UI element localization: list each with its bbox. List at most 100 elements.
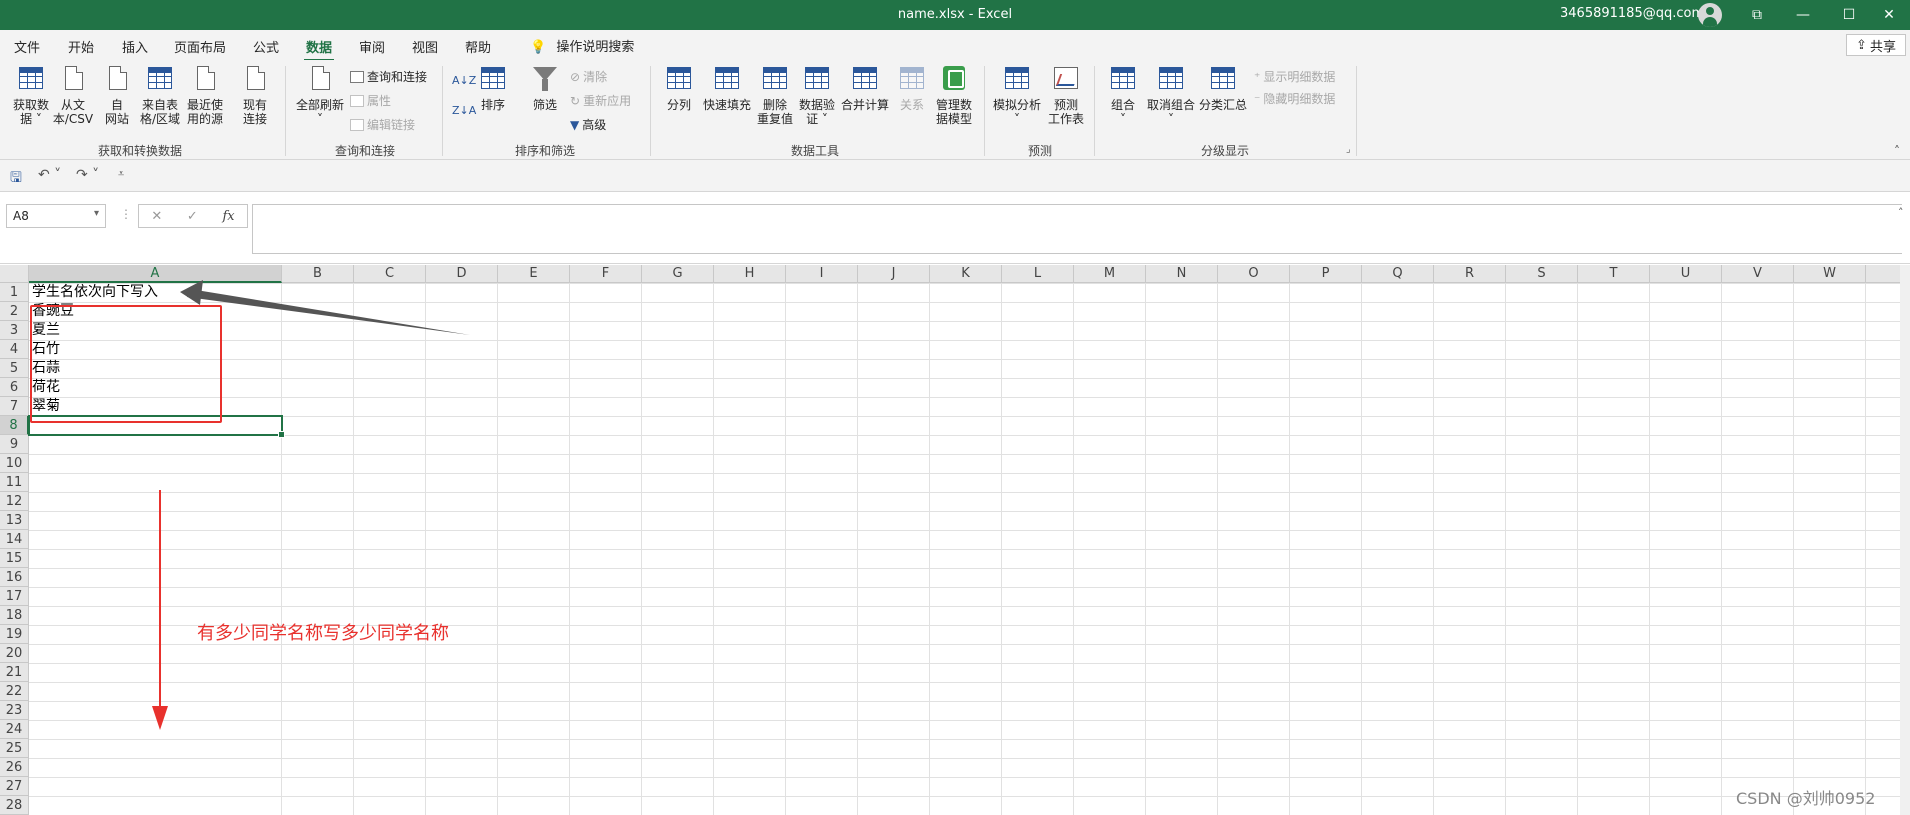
data-validation-button[interactable]: 数据验证 ˅ xyxy=(796,64,838,126)
what-if-analysis-button[interactable]: 模拟分析 ˅ xyxy=(990,64,1044,126)
avatar[interactable] xyxy=(1698,3,1722,27)
column-header-e[interactable]: E xyxy=(498,265,570,283)
dialog-launcher-icon[interactable]: ⌟ xyxy=(1346,144,1351,155)
row-header-24[interactable]: 24 xyxy=(0,720,29,739)
column-header-c[interactable]: C xyxy=(354,265,426,283)
row-header-3[interactable]: 3 xyxy=(0,321,29,340)
share-button[interactable]: ⇪ 共享 xyxy=(1846,34,1906,56)
remove-duplicates-button[interactable]: 删除 重复值 xyxy=(754,64,796,126)
column-header-p[interactable]: P xyxy=(1290,265,1362,283)
row-header-6[interactable]: 6 xyxy=(0,378,29,397)
formula-input[interactable] xyxy=(252,204,1902,254)
tab-data[interactable]: 数据 xyxy=(303,37,335,62)
existing-connections-button[interactable]: 现有 连接 xyxy=(236,64,274,126)
row-header-28[interactable]: 28 xyxy=(0,796,29,815)
row-header-7[interactable]: 7 xyxy=(0,397,29,416)
tab-review[interactable]: 审阅 xyxy=(359,37,385,56)
tab-view[interactable]: 视图 xyxy=(412,37,438,56)
row-header-19[interactable]: 19 xyxy=(0,625,29,644)
advanced-filter-button[interactable]: ▼ 高级 xyxy=(570,116,606,133)
redo-icon[interactable]: ↷ ˅ xyxy=(76,167,99,183)
row-header-2[interactable]: 2 xyxy=(0,302,29,321)
account-name[interactable]: 3465891185@qq.com xyxy=(1560,6,1704,21)
row-header-4[interactable]: 4 xyxy=(0,340,29,359)
row-header-16[interactable]: 16 xyxy=(0,568,29,587)
column-header-i[interactable]: I xyxy=(786,265,858,283)
reapply-button[interactable]: ↻ 重新应用 xyxy=(570,92,631,109)
row-header-15[interactable]: 15 xyxy=(0,549,29,568)
text-to-columns-button[interactable]: 分列 xyxy=(660,64,698,112)
get-data-button[interactable]: 获取数据 ˅ xyxy=(10,64,52,126)
row-header-8[interactable]: 8 xyxy=(0,416,29,435)
name-box[interactable]: A8 xyxy=(6,204,106,228)
column-header-u[interactable]: U xyxy=(1650,265,1722,283)
row-header-1[interactable]: 1 xyxy=(0,283,29,302)
sort-asc-button[interactable]: A↓Z xyxy=(452,74,476,87)
edit-links-button[interactable]: 编辑链接 xyxy=(350,116,415,133)
row-header-27[interactable]: 27 xyxy=(0,777,29,796)
row-header-18[interactable]: 18 xyxy=(0,606,29,625)
column-header-o[interactable]: O xyxy=(1218,265,1290,283)
tab-help[interactable]: 帮助 xyxy=(465,37,491,56)
clear-filter-button[interactable]: ⊘ 清除 xyxy=(570,68,607,85)
customize-qat-icon[interactable]: ⩡ xyxy=(118,167,124,181)
flash-fill-button[interactable]: 快速填充 xyxy=(700,64,754,112)
collapse-ribbon-icon[interactable]: ˄ xyxy=(1894,144,1900,158)
row-header-9[interactable]: 9 xyxy=(0,435,29,454)
vertical-scrollbar[interactable] xyxy=(1900,265,1910,815)
column-header-l[interactable]: L xyxy=(1002,265,1074,283)
hide-detail-button[interactable]: ⁻ 隐藏明细数据 xyxy=(1254,90,1335,107)
worksheet[interactable]: A B C D E F G H I J K L M N O P Q R S T … xyxy=(0,265,1910,815)
column-header-q[interactable]: Q xyxy=(1362,265,1434,283)
column-header-r[interactable]: R xyxy=(1434,265,1506,283)
from-web-button[interactable]: 自网站 xyxy=(98,64,136,126)
filter-button[interactable]: 筛选 xyxy=(528,64,562,112)
column-header-k[interactable]: K xyxy=(930,265,1002,283)
manage-data-model-button[interactable]: 管理数 据模型 xyxy=(932,64,976,126)
column-header-b[interactable]: B xyxy=(282,265,354,283)
expand-formula-icon[interactable]: ˄ xyxy=(1898,206,1904,219)
column-header-w[interactable]: W xyxy=(1794,265,1866,283)
row-header-12[interactable]: 12 xyxy=(0,492,29,511)
cancel-icon[interactable]: ✕ xyxy=(151,209,162,224)
select-all-corner[interactable] xyxy=(0,265,29,283)
from-text-csv-button[interactable]: 从文 本/CSV xyxy=(52,64,94,126)
save-icon[interactable]: 🖫 xyxy=(10,167,22,191)
enter-icon[interactable]: ✓ xyxy=(187,209,198,224)
column-header-v[interactable]: V xyxy=(1722,265,1794,283)
tab-page-layout[interactable]: 页面布局 xyxy=(174,37,226,56)
close-button[interactable]: ✕ xyxy=(1866,0,1910,30)
tab-file[interactable]: 文件 xyxy=(14,37,40,56)
row-header-10[interactable]: 10 xyxy=(0,454,29,473)
row-header-22[interactable]: 22 xyxy=(0,682,29,701)
subtotal-button[interactable]: 分类汇总 xyxy=(1198,64,1248,112)
queries-connections-button[interactable]: 查询和连接 xyxy=(350,68,427,85)
column-header-s[interactable]: S xyxy=(1506,265,1578,283)
row-header-23[interactable]: 23 xyxy=(0,701,29,720)
sort-desc-button[interactable]: Z↓A xyxy=(452,104,476,117)
consolidate-button[interactable]: 合并计算 xyxy=(838,64,892,112)
column-header-a[interactable]: A xyxy=(29,265,282,283)
relationships-button[interactable]: 关系 xyxy=(892,64,932,112)
properties-button[interactable]: 属性 xyxy=(350,92,391,109)
column-header-t[interactable]: T xyxy=(1578,265,1650,283)
tab-home[interactable]: 开始 xyxy=(68,37,94,56)
row-header-14[interactable]: 14 xyxy=(0,530,29,549)
column-header-h[interactable]: H xyxy=(714,265,786,283)
sort-button[interactable]: 排序 xyxy=(476,64,510,112)
show-detail-button[interactable]: ⁺ 显示明细数据 xyxy=(1254,68,1335,85)
forecast-sheet-button[interactable]: 预测 工作表 xyxy=(1044,64,1088,126)
row-header-5[interactable]: 5 xyxy=(0,359,29,378)
column-header-d[interactable]: D xyxy=(426,265,498,283)
row-header-25[interactable]: 25 xyxy=(0,739,29,758)
row-header-11[interactable]: 11 xyxy=(0,473,29,492)
ribbon-display-options-button[interactable]: ⧉ xyxy=(1734,0,1780,30)
tab-formulas[interactable]: 公式 xyxy=(253,37,279,56)
column-header-g[interactable]: G xyxy=(642,265,714,283)
column-header-n[interactable]: N xyxy=(1146,265,1218,283)
cell-a1[interactable]: 学生名依次向下写入 xyxy=(32,283,158,302)
recent-sources-button[interactable]: 最近使 用的源 xyxy=(184,64,226,126)
column-header-f[interactable]: F xyxy=(570,265,642,283)
undo-icon[interactable]: ↶ ˅ xyxy=(38,167,61,183)
insert-function-icon[interactable]: fx xyxy=(222,209,234,224)
